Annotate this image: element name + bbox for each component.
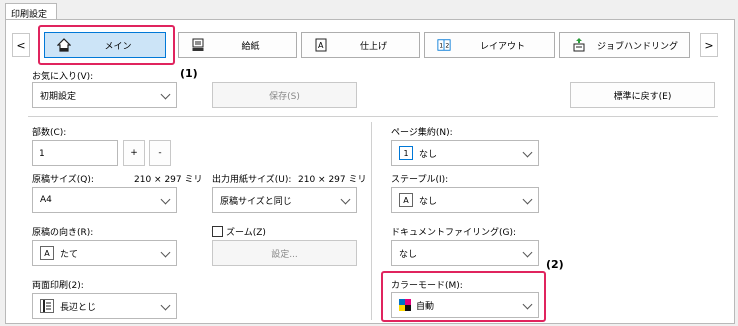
column-divider [371,122,372,320]
document-filing-value: なし [399,249,418,260]
chevron-down-icon [522,194,533,205]
zoom-checkbox[interactable] [212,226,223,237]
save-favorite-label: 保存(S) [269,91,300,102]
portrait-orientation-icon: A [40,246,54,260]
callout-label-2: (2) [546,258,564,271]
document-filing-label: ドキュメントファイリング(G): [391,228,517,238]
favorites-select[interactable]: 初期設定 [32,82,177,108]
copies-decrement-button[interactable]: - [149,140,171,166]
favorites-value: 初期設定 [40,91,77,102]
output-size-dims: 210 × 297 ミリ [298,175,367,185]
n-up-page-icon: 1 [399,146,413,160]
n-up-select[interactable]: 1 なし [391,140,539,166]
n-up-label: ページ集約(N): [391,128,453,138]
duplex-select[interactable]: 長辺とじ [32,293,177,319]
plus-icon: + [130,148,138,158]
output-size-select[interactable]: 原稿サイズと同じ [212,187,357,213]
chevron-down-icon [160,194,171,205]
zoom-settings-button[interactable]: 設定... [212,240,357,266]
duplex-label: 両面印刷(2): [32,281,84,291]
section-divider [28,116,718,117]
color-mode-select[interactable]: 自動 [391,292,539,318]
layout-icon: 12 [437,38,451,52]
chevron-down-icon [340,194,351,205]
chevron-down-icon [522,247,533,258]
staple-page-icon: A [399,193,413,207]
tabs-next-button[interactable]: > [700,33,718,57]
output-size-value: 原稿サイズと同じ [220,196,292,207]
svg-text:A: A [318,41,324,50]
chevron-down-icon [522,147,533,158]
tab-paper-source[interactable]: 給紙 [178,32,297,58]
tab-main-label: メイン [104,41,132,52]
tab-finishing-label: 仕上げ [359,41,387,52]
staple-select[interactable]: A なし [391,187,539,213]
tabs-prev-button[interactable]: < [12,33,30,57]
save-favorite-button[interactable]: 保存(S) [212,82,357,108]
chevron-left-icon: < [16,38,26,52]
paper-tray-icon [191,38,205,52]
original-size-dims: 210 × 297 ミリ [134,175,203,185]
orientation-select[interactable]: A たて [32,240,177,266]
chevron-down-icon [522,299,533,310]
home-icon [57,38,71,52]
color-mode-value: 自動 [416,301,435,312]
color-mode-label: カラーモード(M): [391,281,463,291]
tab-layout-label: レイアウト [479,41,525,52]
original-size-value: A4 [40,195,52,205]
duplex-value: 長辺とじ [60,302,97,313]
tab-main[interactable]: メイン [44,32,166,58]
restore-defaults-button[interactable]: 標準に戻す(E) [570,82,715,108]
chevron-down-icon [160,247,171,258]
original-size-select[interactable]: A4 [32,187,177,213]
n-up-value: なし [419,149,438,160]
zoom-settings-label: 設定... [271,249,298,260]
chevron-down-icon [160,89,171,100]
staple-label: ステープル(I): [391,175,449,185]
dialog-tab-print-settings[interactable]: 印刷設定 [5,3,57,20]
tab-paper-source-label: 給紙 [241,41,260,52]
chevron-right-icon: > [704,38,714,52]
document-filing-select[interactable]: なし [391,240,539,266]
copies-increment-button[interactable]: + [123,140,145,166]
copies-label: 部数(C): [32,128,67,138]
orientation-value: たて [60,249,79,260]
tab-job-handling[interactable]: ジョブハンドリング [559,32,690,58]
callout-label-1: (1) [180,67,198,80]
minus-icon: - [158,148,162,158]
original-size-label: 原稿サイズ(Q): [32,175,94,185]
svg-text:1: 1 [439,43,443,50]
tab-finishing[interactable]: A 仕上げ [301,32,420,58]
chevron-down-icon [160,300,171,311]
favorites-label: お気に入り(V): [32,72,94,82]
job-handling-icon [572,38,586,52]
finishing-icon: A [314,38,328,52]
orientation-label: 原稿の向き(R): [32,228,94,238]
copies-input[interactable]: 1 [32,140,118,166]
tab-layout[interactable]: 12 レイアウト [424,32,555,58]
output-size-label: 出力用紙サイズ(U): [212,175,292,185]
tab-job-handling-label: ジョブハンドリング [596,41,678,52]
long-edge-binding-icon [40,299,54,313]
restore-defaults-label: 標準に戻す(E) [613,91,672,102]
svg-text:2: 2 [445,43,449,50]
color-squares-icon [399,299,411,311]
staple-value: なし [419,196,438,207]
zoom-label: ズーム(Z) [226,228,266,238]
